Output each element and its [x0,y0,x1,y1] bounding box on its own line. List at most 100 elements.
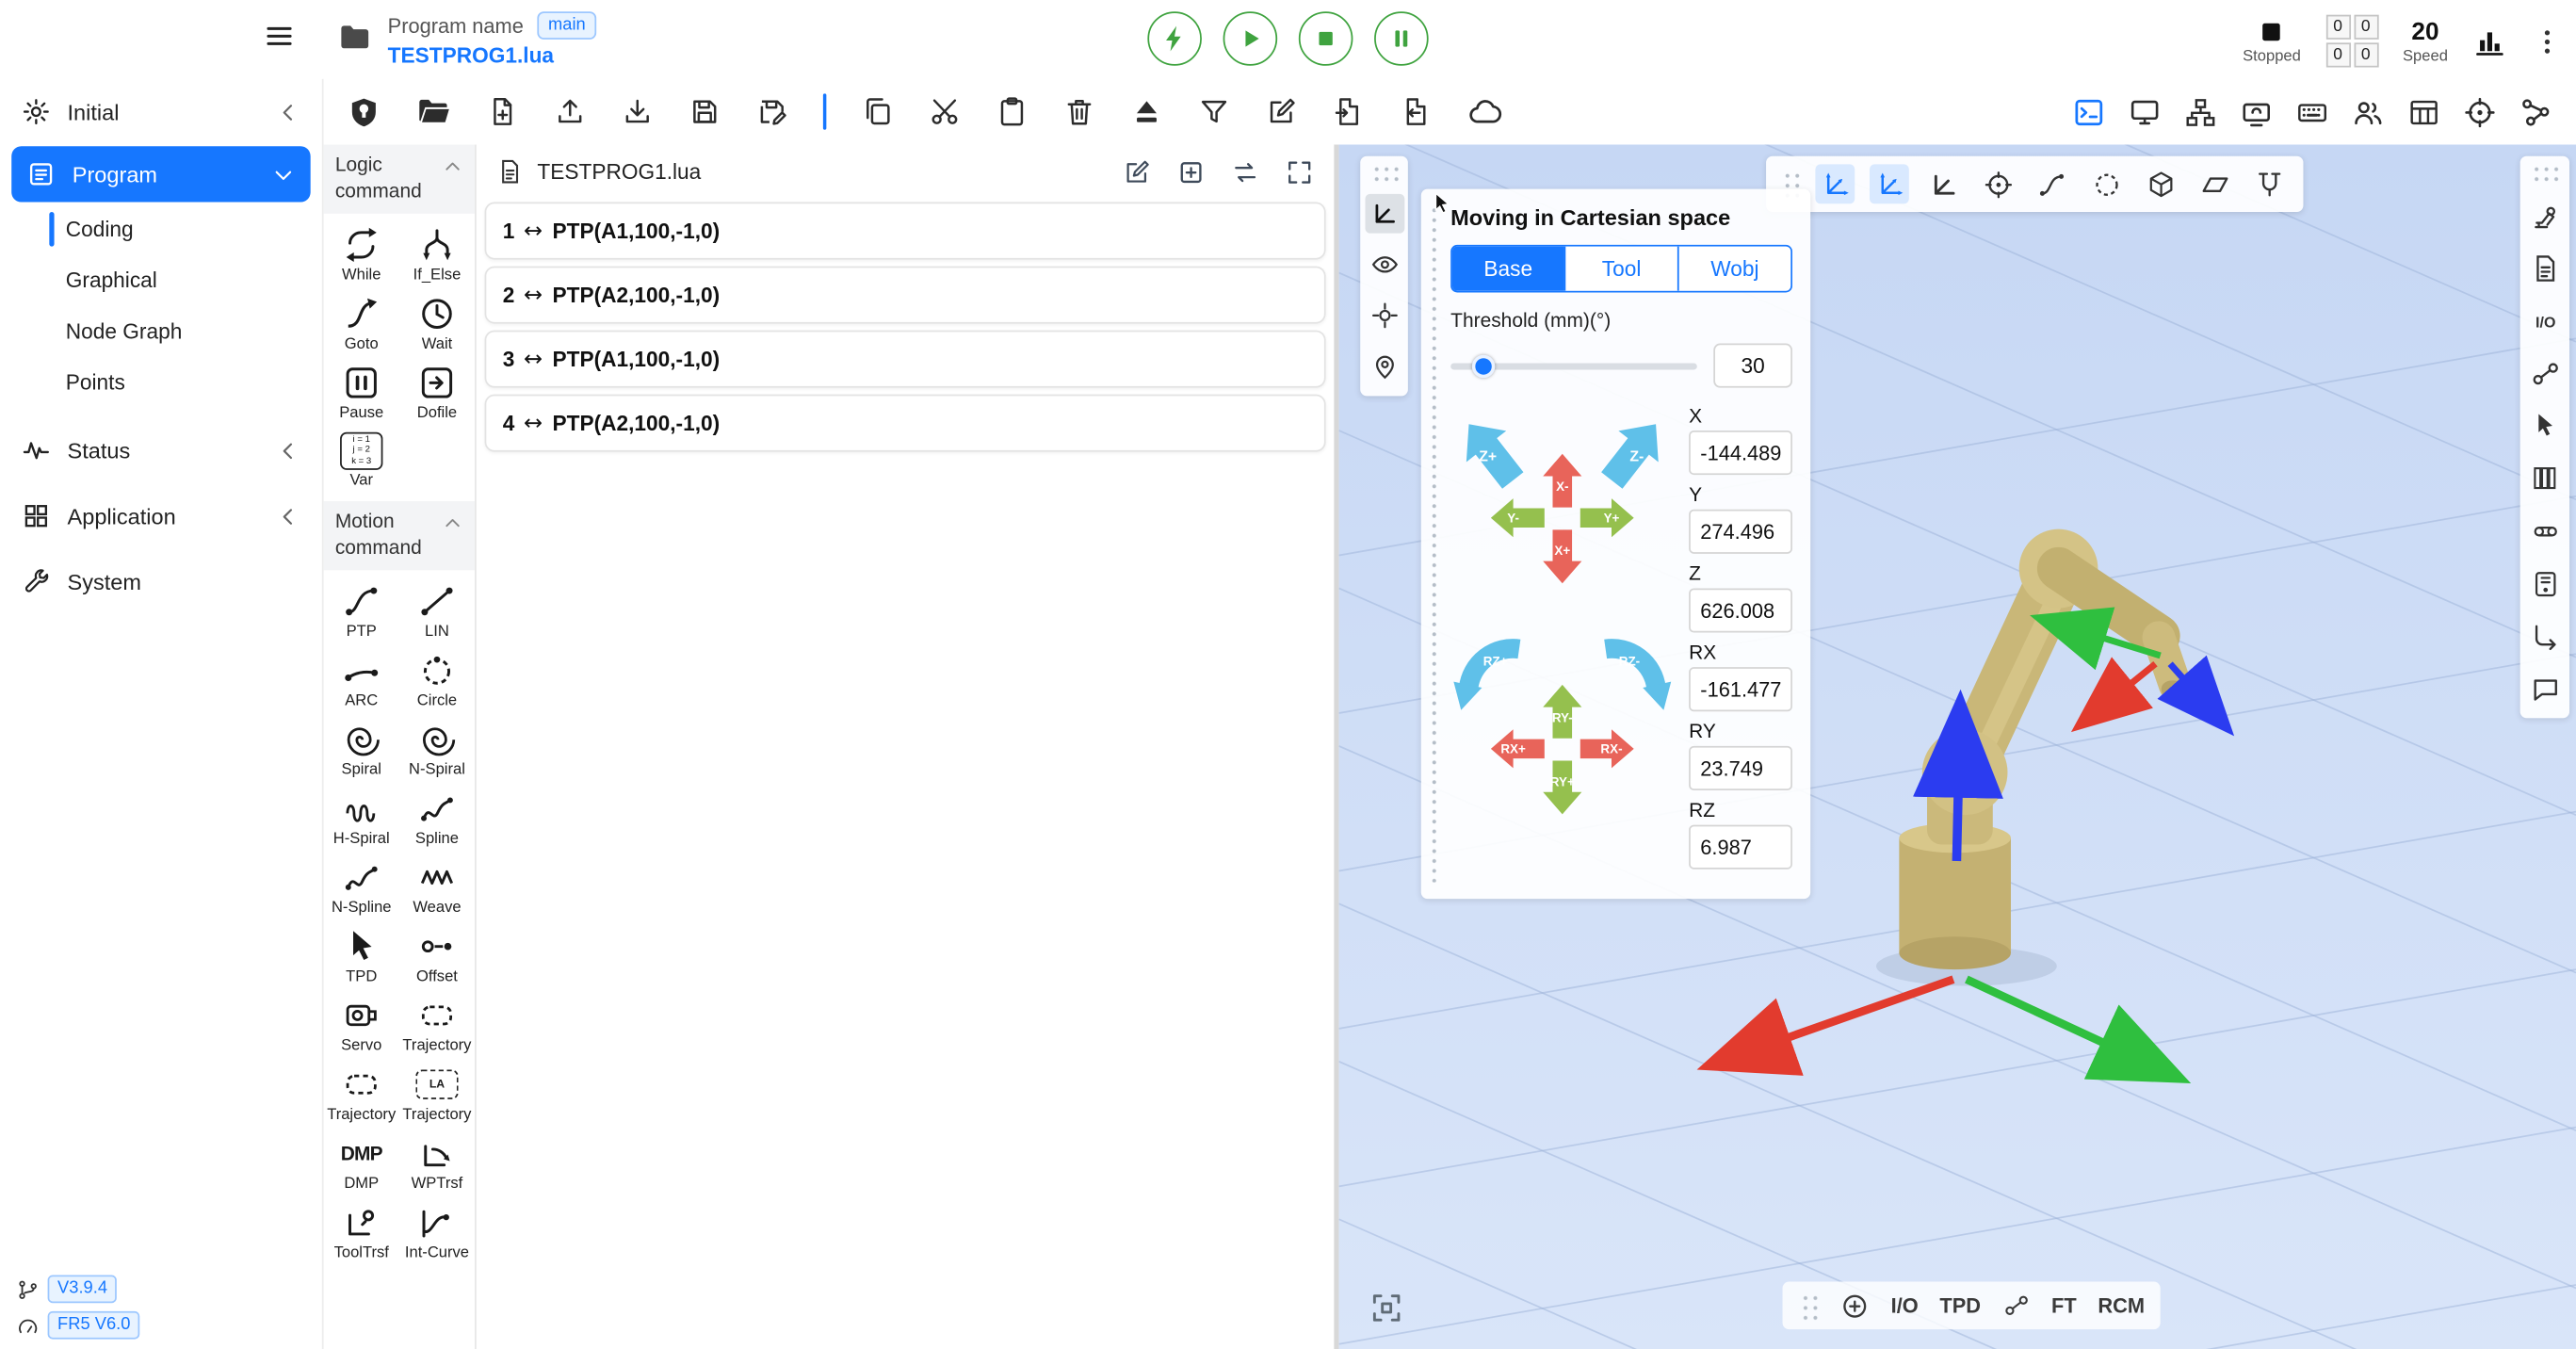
drag-handle[interactable] [1369,163,1399,183]
sidebar-item-points[interactable]: Points [0,357,322,408]
pointer-tool-icon[interactable] [2525,406,2565,446]
axes-tool-icon[interactable] [1365,194,1404,234]
jog-z-plus-button[interactable]: Z+ [1450,409,1532,496]
code-line[interactable]: 4 PTP(A2,100,-1,0) [485,395,1326,452]
sidebar-item-coding[interactable]: Coding [0,203,322,254]
view-eye-icon[interactable] [1365,245,1404,284]
hamburger-menu-icon[interactable] [263,20,296,53]
swap-lines-icon[interactable] [1230,157,1259,187]
io-panel-icon[interactable] [2525,301,2565,340]
program-panel-toggle-icon[interactable] [2072,94,2107,129]
quick-run-button[interactable] [1147,11,1202,66]
panel-drag-handle[interactable] [1430,205,1441,883]
sidebar-item-system[interactable]: System [0,549,322,615]
coord-input-x[interactable] [1689,431,1792,475]
download-icon[interactable] [621,95,654,128]
flow-icon[interactable] [2519,94,2553,129]
jog-y-minus-button[interactable]: Y- [1491,498,1545,537]
upload-icon[interactable] [554,95,587,128]
command-ifelse[interactable]: If_Else [399,219,475,287]
cut-icon[interactable] [929,95,962,128]
command-intcurve[interactable]: Int-Curve [399,1196,475,1265]
jog-ry-minus-button[interactable]: RY- [1543,685,1581,739]
keyboard-icon[interactable] [2295,94,2330,129]
robot-panel-icon[interactable] [2525,196,2565,236]
pause-button[interactable] [1374,11,1429,66]
fit-view-icon[interactable] [1369,1290,1404,1325]
coord-input-ry[interactable] [1689,746,1792,790]
sidebar-item-application[interactable]: Application [0,483,322,549]
command-trajectory-j[interactable]: Trajectory [324,1059,399,1128]
fullscreen-icon[interactable] [1285,157,1314,187]
program-file-name[interactable]: TESTPROG1.lua [388,42,597,67]
jog-x-minus-button[interactable]: X- [1543,454,1581,508]
broadcast-icon[interactable] [2239,94,2274,129]
add-target-icon[interactable] [1840,1291,1870,1320]
play-button[interactable] [1223,11,1278,66]
columns-panel-icon[interactable] [2525,459,2565,498]
joint-panel-icon[interactable] [2525,353,2565,393]
delete-icon[interactable] [1063,95,1096,128]
command-offset[interactable]: Offset [399,920,475,989]
tpd-toggle[interactable]: TPD [1939,1294,1981,1317]
export-file-icon[interactable] [1333,95,1366,128]
coord-input-rx[interactable] [1689,667,1792,711]
new-file-icon[interactable] [486,95,519,128]
code-line[interactable]: 1 PTP(A1,100,-1,0) [485,203,1326,260]
coord-input-rz[interactable] [1689,825,1792,870]
command-ptp[interactable]: PTP [324,576,399,644]
command-arc[interactable]: ARC [324,644,399,713]
command-pause[interactable]: Pause [324,357,399,426]
drag-handle[interactable] [2530,163,2559,183]
open-folder-icon[interactable] [415,93,451,129]
protect-shield-icon[interactable] [347,94,381,129]
sidebar-item-node-graph[interactable]: Node Graph [0,305,322,356]
command-trajectory[interactable]: Trajectory [399,990,475,1059]
command-spiral[interactable]: Spiral [324,714,399,783]
save-as-icon[interactable] [755,95,788,128]
joint-toggle-icon[interactable] [2002,1292,2031,1320]
corner-path-icon[interactable] [2525,616,2565,656]
command-dmp[interactable]: DMPDMP [324,1128,399,1196]
jog-x-plus-button[interactable]: X+ [1543,529,1581,583]
base-frame-icon[interactable] [1815,164,1855,203]
anchor-pin-icon[interactable] [1365,347,1404,386]
viewport-3d[interactable]: Moving in Cartesian space Base Tool Wobj… [1339,144,2576,1349]
tab-base[interactable]: Base [1452,247,1564,291]
edit-icon[interactable] [1265,95,1298,128]
command-trajectory-la[interactable]: LATrajectory [399,1059,475,1128]
save-icon[interactable] [689,95,721,128]
speed-indicator[interactable]: 20 Speed [2403,17,2448,65]
cloud-icon[interactable] [1467,93,1503,129]
table-icon[interactable] [2406,94,2441,129]
command-hspiral[interactable]: H-Spiral [324,783,399,852]
joint-frame-icon[interactable] [1924,164,1964,203]
paste-icon[interactable] [996,95,1029,128]
more-menu-icon[interactable] [2532,25,2563,57]
command-goto[interactable]: Goto [324,288,399,357]
jog-rx-minus-button[interactable]: RX- [1580,729,1634,768]
jog-z-minus-button[interactable]: Z- [1592,409,1674,496]
command-wptrsf[interactable]: WPTrsf [399,1128,475,1196]
plane-icon[interactable] [2195,164,2234,203]
command-nspiral[interactable]: N-Spiral [399,714,475,783]
coord-input-z[interactable] [1689,588,1792,632]
command-tooltrsf[interactable]: ToolTrsf [324,1196,399,1265]
edit-program-icon[interactable] [1122,157,1151,187]
sidebar-item-status[interactable]: Status [0,417,322,483]
threshold-value[interactable]: 30 [1713,344,1792,388]
stop-button[interactable] [1299,11,1353,66]
device-icon[interactable] [2525,563,2565,603]
tool-frame-icon[interactable] [1870,164,1909,203]
command-nspline[interactable]: N-Spline [324,852,399,920]
copy-icon[interactable] [861,95,894,128]
eject-icon[interactable] [1130,95,1163,128]
sidebar-item-graphical[interactable]: Graphical [0,254,322,305]
tab-wobj[interactable]: Wobj [1677,247,1790,291]
code-line[interactable]: 2 PTP(A2,100,-1,0) [485,267,1326,324]
rcm-toggle[interactable]: RCM [2098,1294,2145,1317]
ft-toggle[interactable]: FT [2051,1294,2077,1317]
filter-icon[interactable] [1198,95,1231,128]
path-curve-icon[interactable] [2033,164,2072,203]
jog-rx-plus-button[interactable]: RX+ [1491,729,1545,768]
